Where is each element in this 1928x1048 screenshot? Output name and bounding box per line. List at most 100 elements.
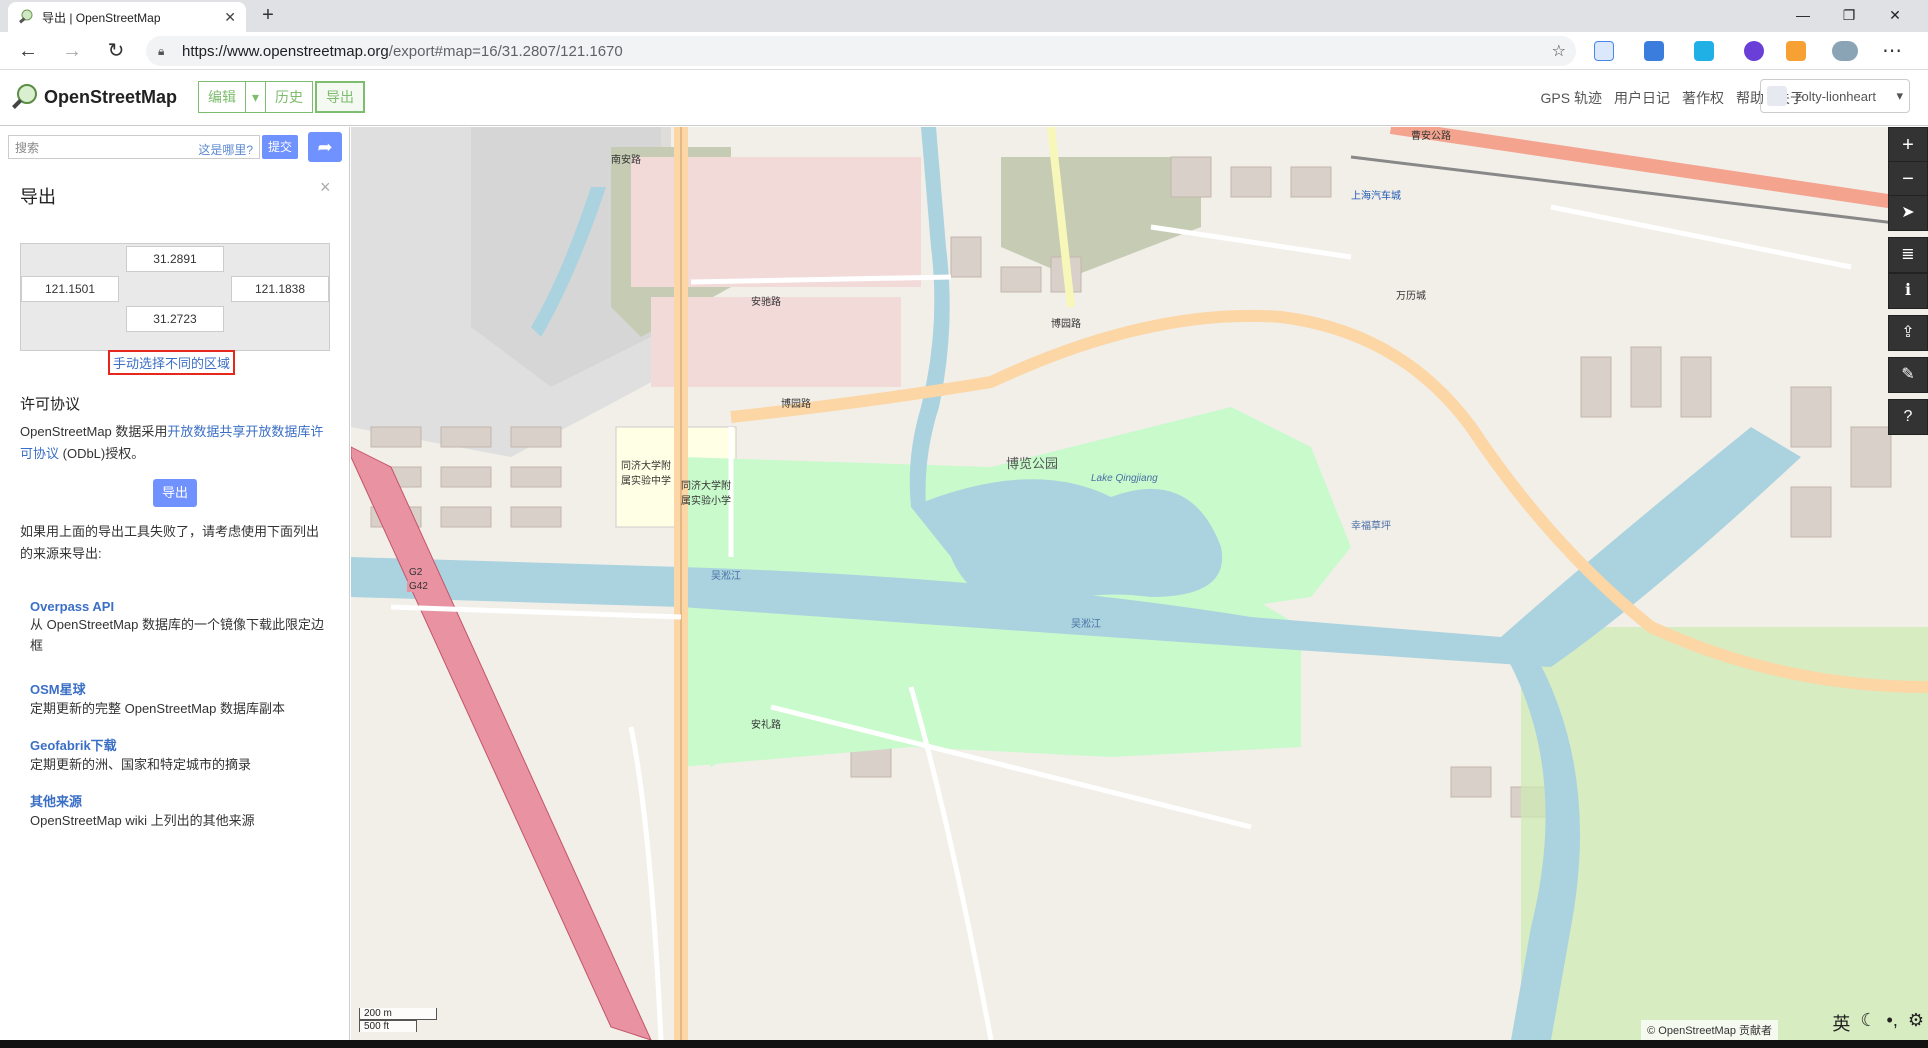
- search-input[interactable]: 搜索 这是哪里?: [8, 135, 260, 159]
- campus-area-2: [651, 297, 901, 387]
- share-button[interactable]: ⇪: [1888, 315, 1928, 351]
- reload-icon[interactable]: ↻: [102, 37, 130, 65]
- planet-link[interactable]: OSM星球: [30, 679, 330, 698]
- favorite-star-icon[interactable]: ☆: [1552, 41, 1566, 61]
- add-note-button[interactable]: ✎: [1888, 357, 1928, 393]
- url-prefix: https://www.openstreetmap.org: [182, 42, 389, 60]
- nav-user-diaries[interactable]: 用户日记: [1614, 88, 1670, 108]
- nanan-road-label: 南安路: [611, 155, 641, 166]
- locate-button[interactable]: ➤: [1888, 195, 1928, 231]
- nav-copyright[interactable]: 著作权: [1682, 88, 1724, 108]
- search-submit-button[interactable]: 提交: [262, 135, 298, 159]
- east-input[interactable]: 121.1838: [231, 276, 329, 302]
- query-features-button[interactable]: ?: [1888, 399, 1928, 435]
- park-label: 博览公园: [1006, 456, 1059, 471]
- geofabrik-desc: 定期更新的洲、国家和特定城市的摘录: [30, 757, 252, 772]
- browser-toolbar: ← → ↻ 🔒︎ https://www.openstreetmap.org/e…: [0, 32, 1928, 70]
- river-label-2: 吴淞江: [1071, 619, 1101, 630]
- auto-city-label: 上海汽车城: [1351, 191, 1401, 202]
- osm-magnifier-icon: [12, 84, 37, 109]
- ime-moon-icon[interactable]: ☾: [1860, 1010, 1876, 1036]
- export-tab-button[interactable]: 导出: [315, 81, 366, 113]
- source-planet: OSM星球 定期更新的完整 OpenStreetMap 数据库副本: [30, 679, 330, 719]
- tab-title: 导出 | OpenStreetMap: [42, 10, 161, 25]
- source-other: 其他来源 OpenStreetMap wiki 上列出的其他来源: [30, 791, 330, 831]
- screenshot-extension-icon[interactable]: [1786, 41, 1806, 61]
- map-drawing: [351, 127, 1928, 1040]
- browser-tab[interactable]: 导出 | OpenStreetMap ✕: [8, 2, 246, 32]
- history-button[interactable]: 历史: [266, 81, 314, 113]
- manual-select-area-link[interactable]: 手动选择不同的区域: [108, 350, 236, 375]
- fallback-text: 如果用上面的导出工具失败了，请考虑使用下面列出的来源来导出:: [20, 524, 320, 561]
- geofabrik-link[interactable]: Geofabrik下载: [30, 735, 330, 754]
- overpass-desc: 从 OpenStreetMap 数据库的一个镜像下载此限定边框: [30, 617, 324, 653]
- school-middle-label: 同济大学附属实验中学: [621, 461, 671, 487]
- osm-favicon-icon: [19, 9, 33, 24]
- translate-extension-icon[interactable]: [1744, 41, 1764, 61]
- close-window-icon[interactable]: ✕: [1872, 0, 1918, 32]
- more-menu-icon[interactable]: ⋯: [1878, 37, 1906, 65]
- happy-lawn-label: 幸福草坪: [1351, 521, 1391, 532]
- lock-icon: 🔒︎: [158, 43, 165, 58]
- export-button[interactable]: 导出: [153, 479, 197, 507]
- map-key-button[interactable]: ℹ: [1888, 273, 1928, 309]
- other-sources-desc: OpenStreetMap wiki 上列出的其他来源: [30, 813, 255, 828]
- school-primary-label: 同济大学附属实验小学: [681, 481, 731, 507]
- close-tab-icon[interactable]: ✕: [224, 9, 236, 26]
- ime-toolbar: 英 ☾ •, ⚙: [1832, 1010, 1924, 1036]
- search-placeholder: 搜索: [15, 141, 40, 155]
- back-icon[interactable]: ←: [14, 37, 42, 65]
- url-path: /export#map=16/31.2807/121.1670: [388, 42, 623, 60]
- forward-icon[interactable]: →: [58, 37, 86, 65]
- g2-shield: G2: [407, 567, 425, 578]
- nav-gps-traces[interactable]: GPS 轨迹: [1541, 88, 1602, 108]
- license-pre: OpenStreetMap 数据采用: [20, 424, 168, 439]
- edit-button[interactable]: 编辑: [198, 81, 246, 113]
- osm-logo[interactable]: OpenStreetMap: [10, 83, 177, 111]
- motorway-g2: [351, 446, 652, 1040]
- zoom-out-button[interactable]: −: [1888, 161, 1928, 197]
- license-text: OpenStreetMap 数据采用开放数据共享开放数据库许可协议 (ODbL)…: [20, 421, 330, 465]
- overpass-link[interactable]: Overpass API: [30, 599, 330, 614]
- restore-icon[interactable]: ❐: [1826, 0, 1872, 32]
- directions-icon[interactable]: ➦: [308, 132, 342, 162]
- layers-button[interactable]: ≣: [1888, 237, 1928, 273]
- ime-english[interactable]: 英: [1832, 1010, 1850, 1036]
- map-attribution[interactable]: © OpenStreetMap 贡献者: [1641, 1020, 1778, 1040]
- south-input[interactable]: 31.2723: [126, 306, 224, 332]
- reading-view-icon[interactable]: [1594, 41, 1614, 61]
- ime-punct[interactable]: •,: [1887, 1010, 1898, 1036]
- north-input[interactable]: 31.2891: [126, 246, 224, 272]
- lake-label: Lake Qingjiang: [1091, 473, 1158, 484]
- new-tab-button[interactable]: +: [256, 4, 280, 28]
- caoan-road-label: 曹安公路: [1411, 131, 1451, 142]
- address-bar[interactable]: 🔒︎ https://www.openstreetmap.org/export#…: [146, 36, 1576, 66]
- license-heading: 许可协议: [20, 396, 81, 413]
- bounding-box-fields: 31.2891 121.1501 121.1838 31.2723: [20, 243, 330, 351]
- license-post: (ODbL)授权。: [59, 446, 145, 461]
- road-label-boyuan: 博园路: [781, 399, 811, 410]
- collections-icon[interactable]: [1644, 41, 1664, 61]
- edit-button-group: 编辑 ▾ 历史 导出: [198, 81, 366, 113]
- planet-desc: 定期更新的完整 OpenStreetMap 数据库副本: [30, 701, 285, 716]
- scale-metric: 200 m: [359, 1008, 437, 1020]
- other-sources-link[interactable]: 其他来源: [30, 791, 330, 810]
- profile-avatar[interactable]: [1832, 41, 1858, 61]
- close-panel-icon[interactable]: ×: [320, 177, 331, 198]
- wanfang-label: 万历城: [1396, 291, 1426, 302]
- minimize-icon[interactable]: —: [1780, 0, 1826, 32]
- user-avatar: [1767, 86, 1787, 106]
- west-input[interactable]: 121.1501: [21, 276, 119, 302]
- ime-settings-icon[interactable]: ⚙: [1908, 1010, 1924, 1036]
- user-menu[interactable]: zolty-lionheart ▾: [1760, 79, 1910, 113]
- map-canvas[interactable]: 博览公园 Lake Qingjiang 吴淞江 吴淞江 博园路 博园路 安驰路 …: [351, 127, 1928, 1040]
- edit-dropdown-icon[interactable]: ▾: [246, 81, 267, 113]
- where-is-this-link[interactable]: 这是哪里?: [198, 141, 253, 158]
- osm-logo-text: OpenStreetMap: [44, 86, 178, 107]
- zoom-in-button[interactable]: +: [1888, 127, 1928, 163]
- road-label-boyuan-2: 博园路: [1051, 319, 1081, 330]
- user-menu-caret-icon: ▾: [1896, 88, 1903, 103]
- extension-icon[interactable]: [1694, 41, 1714, 61]
- road-label-anchi: 安驰路: [751, 297, 781, 308]
- g42-shield: G42: [407, 581, 430, 592]
